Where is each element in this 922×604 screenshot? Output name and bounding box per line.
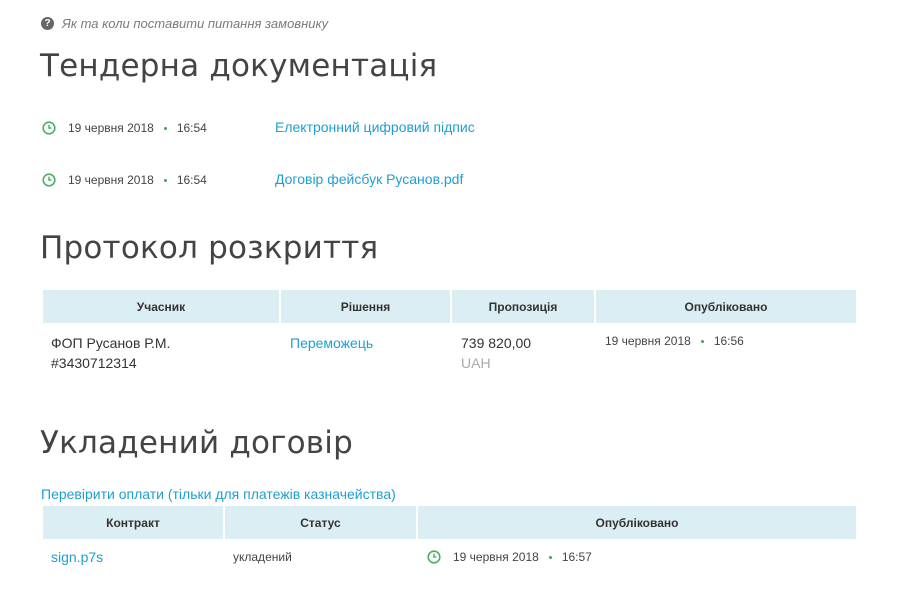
offer-amount: 739 820,00: [461, 335, 532, 351]
protocol-title: Протокол розкриття: [40, 230, 379, 266]
col-participant: Учасник: [43, 290, 281, 323]
doc-link-digital-signature[interactable]: Електронний цифровий підпис: [275, 119, 475, 135]
decision-winner-link[interactable]: Переможець: [290, 335, 373, 351]
doc-date: 19 червня 2018: [68, 121, 154, 135]
col-published: Опубліковано: [596, 290, 856, 323]
separator-dot: [163, 126, 167, 130]
separator-dot: [548, 555, 552, 559]
col-decision: Рішення: [281, 290, 452, 323]
offer-cell: 739 820,00 UAH: [461, 333, 531, 373]
published-date: 19 червня 2018: [453, 550, 539, 564]
published-time: 16:56: [713, 334, 744, 348]
published-time: 16:57: [561, 550, 592, 564]
contract-table: Контракт Статус Опубліковано: [43, 506, 856, 539]
contract-status: укладений: [233, 550, 292, 564]
participant-name: ФОП Русанов Р.М.: [51, 335, 171, 351]
question-circle-icon: ?: [41, 17, 54, 30]
doc-row-meta: 19 червня 2018 16:54: [42, 118, 207, 138]
doc-date: 19 червня 2018: [68, 173, 154, 187]
col-contract: Контракт: [43, 506, 225, 539]
clock-icon: [427, 550, 441, 564]
protocol-header-row: Учасник Рішення Пропозиція Опубліковано: [43, 290, 856, 323]
protocol-published: 19 червня 2018 16:56: [605, 334, 744, 348]
offer-currency: UAH: [461, 355, 491, 371]
clock-icon: [42, 173, 56, 187]
contract-status-text: укладений: [233, 550, 292, 564]
doc-time: 16:54: [176, 121, 207, 135]
col-contract-published: Опубліковано: [418, 506, 856, 539]
separator-dot: [163, 178, 167, 182]
doc-link-contract-pdf[interactable]: Договір фейсбук Русанов.pdf: [275, 171, 463, 187]
participant-id: #3430712314: [51, 355, 137, 371]
doc-row-meta: 19 червня 2018 16:54: [42, 170, 207, 190]
separator-dot: [700, 339, 704, 343]
col-status: Статус: [225, 506, 418, 539]
contract-title: Укладений договір: [40, 425, 353, 461]
contract-file-link[interactable]: sign.p7s: [51, 549, 103, 565]
check-payments-link[interactable]: Перевірити оплати (тільки для платежів к…: [41, 486, 396, 502]
protocol-table: Учасник Рішення Пропозиція Опубліковано: [43, 290, 856, 323]
contract-published: 19 червня 2018 16:57: [427, 550, 592, 564]
participant-cell: ФОП Русанов Р.М. #3430712314: [51, 333, 170, 373]
ask-question-link[interactable]: ? Як та коли поставити питання замовнику: [41, 16, 328, 31]
doc-time: 16:54: [176, 173, 207, 187]
ask-question-label: Як та коли поставити питання замовнику: [62, 16, 329, 31]
published-date: 19 червня 2018: [605, 334, 691, 348]
tender-docs-title: Тендерна документація: [40, 48, 438, 84]
col-offer: Пропозиція: [452, 290, 596, 323]
contract-header-row: Контракт Статус Опубліковано: [43, 506, 856, 539]
clock-icon: [42, 121, 56, 135]
